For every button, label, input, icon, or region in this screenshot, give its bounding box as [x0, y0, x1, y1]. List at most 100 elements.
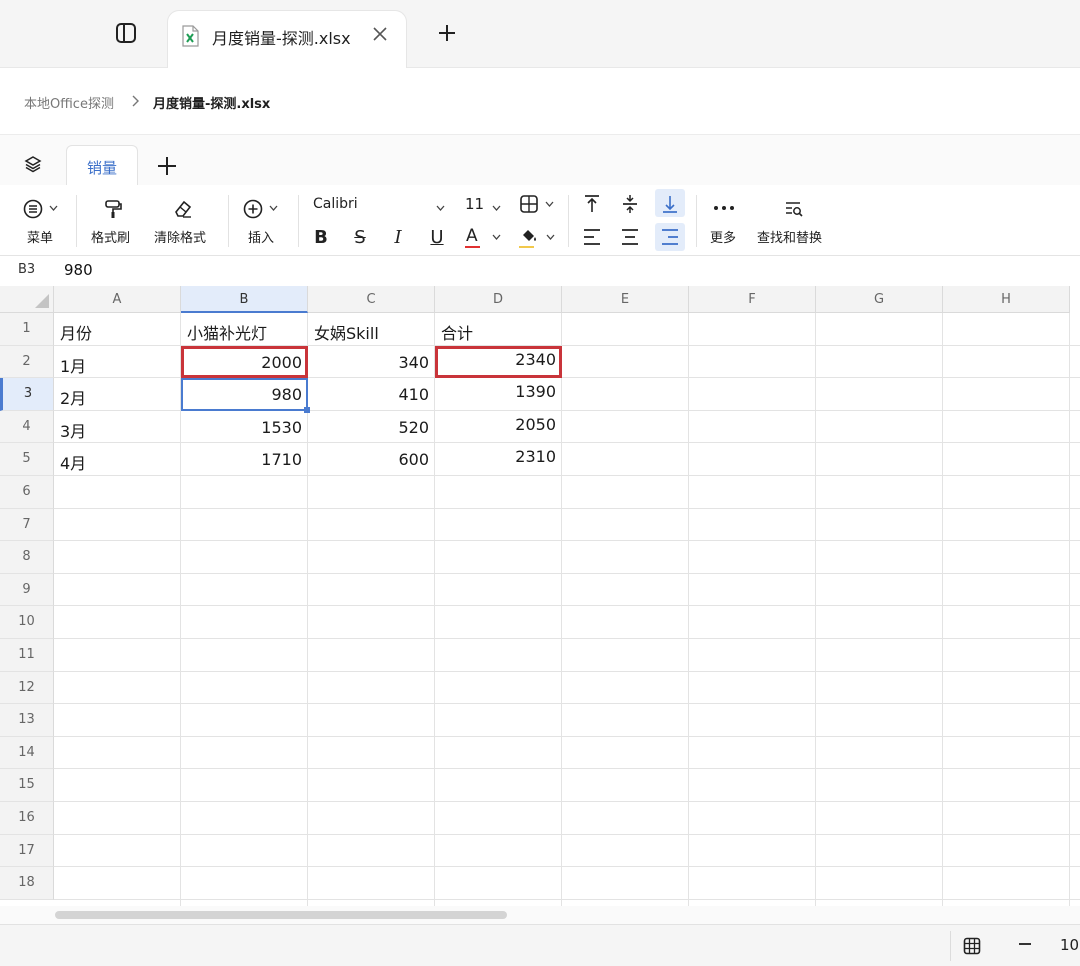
font-size-value: 11: [465, 195, 485, 213]
new-tab-plus-icon[interactable]: [436, 22, 458, 44]
column-header[interactable]: F: [689, 286, 816, 313]
select-all-corner[interactable]: [0, 286, 54, 313]
more-button[interactable]: 更多: [706, 197, 742, 247]
status-bar: 100%: [0, 924, 1080, 966]
file-tab[interactable]: 月度销量-探测.xlsx: [167, 10, 407, 68]
column-header[interactable]: A: [54, 286, 181, 313]
cell-D1[interactable]: 合计: [441, 320, 473, 344]
cell-A1[interactable]: 月份: [60, 320, 92, 344]
align-left-icon[interactable]: [582, 228, 602, 246]
row-gridline: [54, 475, 1080, 476]
row-header[interactable]: 16: [0, 802, 54, 835]
cell-C2[interactable]: 340: [308, 353, 429, 372]
column-header[interactable]: B: [181, 286, 308, 313]
column-header[interactable]: G: [816, 286, 943, 313]
row-header[interactable]: 3: [0, 378, 54, 411]
row-header[interactable]: 15: [0, 769, 54, 802]
spreadsheet-grid[interactable]: A B C D E F G H 1 2 3 4 5 6 7 8 9 10 11 12 13 14 15 16 17 18 月份 小猫补…: [0, 286, 1080, 906]
row-gridline: [54, 442, 1080, 444]
align-middle-icon[interactable]: [620, 194, 640, 214]
horizontal-scrollbar[interactable]: [0, 906, 1080, 924]
cell-reference[interactable]: B3: [18, 262, 35, 277]
row-header[interactable]: 5: [0, 443, 54, 476]
formula-input[interactable]: 980: [64, 261, 93, 279]
close-tab-icon[interactable]: [372, 26, 388, 42]
layers-icon[interactable]: [24, 155, 42, 173]
strikethrough-button[interactable]: S: [349, 227, 371, 248]
clear-format-button[interactable]: 清除格式: [152, 197, 216, 247]
italic-button[interactable]: I: [387, 227, 409, 248]
font-family-select[interactable]: Calibri: [308, 191, 452, 217]
row-header[interactable]: 9: [0, 573, 54, 607]
select-all-triangle-icon: [35, 294, 49, 308]
active-cell-selection: [181, 378, 308, 411]
chevron-down-icon: [436, 205, 445, 211]
row-header[interactable]: 4: [0, 410, 54, 444]
cell-B1[interactable]: 小猫补光灯: [187, 320, 267, 344]
toolbar: 菜单 格式刷 清除格式 插入 Calibri 11 B S I U A 更多 查…: [0, 185, 1080, 256]
column-header[interactable]: D: [435, 286, 562, 313]
cell-C5[interactable]: 600: [308, 450, 429, 469]
row-header[interactable]: 10: [0, 606, 54, 639]
cell-B4[interactable]: 1530: [181, 418, 302, 437]
toolbar-divider: [298, 195, 299, 247]
column-header[interactable]: H: [943, 286, 1070, 313]
cell-A3[interactable]: 2月: [60, 385, 86, 409]
row-header[interactable]: 17: [0, 834, 54, 868]
file-tab-title: 月度销量-探测.xlsx: [212, 29, 351, 48]
row-gridline: [54, 507, 1080, 509]
bold-button[interactable]: B: [310, 227, 332, 248]
row-header[interactable]: 6: [0, 476, 54, 509]
menu-button[interactable]: 菜单: [20, 197, 64, 247]
cell-C3[interactable]: 410: [308, 385, 429, 404]
column-header[interactable]: C: [308, 286, 435, 313]
cell-C1[interactable]: 女娲Skill: [314, 320, 379, 344]
chevron-down-icon: [49, 205, 58, 211]
find-replace-button[interactable]: 查找和替换: [754, 197, 834, 247]
row-header[interactable]: 8: [0, 541, 54, 574]
borders-button[interactable]: [516, 191, 560, 217]
column-gridline: [942, 313, 943, 906]
toolbar-divider: [568, 195, 569, 247]
row-header[interactable]: 2: [0, 345, 54, 379]
cell-D3[interactable]: 1390: [435, 382, 556, 401]
row-header[interactable]: 18: [0, 867, 54, 900]
row-header[interactable]: 12: [0, 671, 54, 705]
align-center-icon[interactable]: [620, 228, 640, 246]
row-header[interactable]: 11: [0, 639, 54, 672]
cell-A5[interactable]: 4月: [60, 450, 86, 474]
insert-button[interactable]: 插入: [240, 197, 284, 247]
grid-view-icon[interactable]: [963, 937, 981, 955]
cell-B5[interactable]: 1710: [181, 450, 302, 469]
cell-D5[interactable]: 2310: [435, 447, 556, 466]
breadcrumb-parent[interactable]: 本地Office探测: [24, 93, 114, 112]
zoom-level[interactable]: 100%: [1060, 936, 1080, 954]
row-gridline: [54, 833, 1080, 835]
cell-D4[interactable]: 2050: [435, 415, 556, 434]
zoom-out-icon[interactable]: [1019, 943, 1031, 945]
font-color-button[interactable]: A: [462, 225, 506, 251]
row-header[interactable]: 14: [0, 736, 54, 770]
cell-A2[interactable]: 1月: [60, 353, 86, 377]
align-top-icon[interactable]: [582, 194, 602, 214]
format-painter-button[interactable]: 格式刷: [88, 197, 140, 247]
cell-A4[interactable]: 3月: [60, 418, 86, 442]
fill-color-button[interactable]: [516, 225, 560, 251]
add-sheet-icon[interactable]: [156, 155, 178, 177]
row-header[interactable]: 13: [0, 704, 54, 737]
align-bottom-icon[interactable]: [660, 194, 680, 214]
fill-handle[interactable]: [304, 406, 310, 413]
row-header[interactable]: 7: [0, 508, 54, 542]
underline-button[interactable]: U: [426, 227, 448, 248]
chevron-down-icon: [269, 205, 278, 211]
horizontal-scrollbar-thumb[interactable]: [55, 911, 507, 919]
font-size-select[interactable]: 11: [460, 191, 506, 217]
column-header[interactable]: E: [562, 286, 689, 313]
align-right-icon[interactable]: [660, 228, 680, 246]
chevron-down-icon: [492, 205, 501, 211]
cell-C4[interactable]: 520: [308, 418, 429, 437]
sheet-tab-active[interactable]: 销量: [66, 145, 138, 185]
sidebar-toggle-icon[interactable]: [115, 22, 137, 44]
row-header[interactable]: 1: [0, 313, 54, 346]
borders-icon: [520, 195, 538, 213]
